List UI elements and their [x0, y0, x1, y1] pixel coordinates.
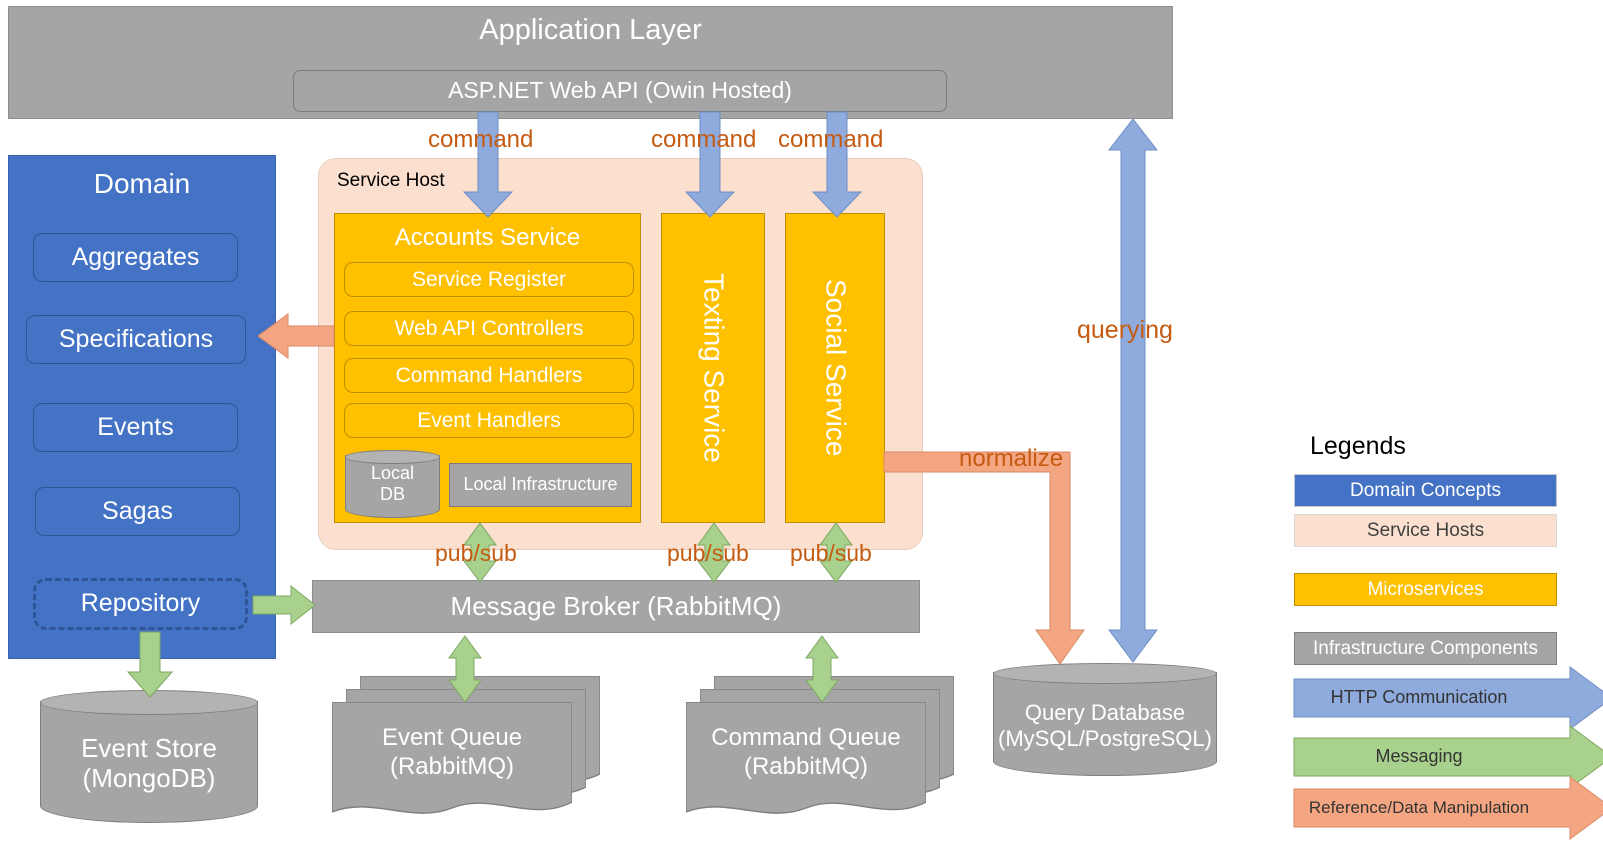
- accounts-item-label: Service Register: [411, 267, 567, 291]
- legend-item-microservices[interactable]: Microservices: [1294, 573, 1557, 606]
- pubsub-label-2: pub/sub: [667, 540, 749, 566]
- domain-item-label: Specifications: [58, 324, 214, 353]
- querying-label: querying: [1077, 316, 1173, 344]
- event-queue-label: Event Queue (RabbitMQ): [381, 724, 523, 780]
- pubsub-label-3: pub/sub: [790, 540, 872, 566]
- event-store-label: Event Store (MongoDB): [81, 732, 217, 793]
- legend-item-label: HTTP Communication: [1330, 687, 1508, 707]
- domain-item-label: Aggregates: [71, 242, 200, 271]
- architecture-diagram: Application Layer ASP.NET Web API (Owin …: [0, 0, 1603, 852]
- social-service-box[interactable]: Social Service: [785, 213, 885, 523]
- pubsub-label-1: pub/sub: [435, 540, 517, 566]
- aspnet-web-api-label: ASP.NET Web API (Owin Hosted): [448, 77, 792, 104]
- legend-item-messaging[interactable]: Messaging: [1294, 740, 1544, 773]
- querying-arrow: [1107, 118, 1159, 663]
- domain-item-sagas[interactable]: Sagas: [35, 487, 240, 536]
- legend-item-service-hosts[interactable]: Service Hosts: [1294, 514, 1557, 547]
- domain-item-events[interactable]: Events: [33, 403, 238, 452]
- legend-item-http-communication[interactable]: HTTP Communication: [1294, 681, 1544, 714]
- accounts-item-event-handlers[interactable]: Event Handlers: [344, 403, 634, 438]
- accounts-item-label: Command Handlers: [395, 363, 583, 387]
- domain-item-repository[interactable]: Repository: [33, 578, 248, 630]
- legend-item-label: Microservices: [1367, 578, 1484, 600]
- event-queue-stack[interactable]: Event Queue (RabbitMQ): [332, 676, 617, 822]
- legend-item-label: Messaging: [1375, 746, 1463, 766]
- domain-item-specifications[interactable]: Specifications: [26, 315, 246, 364]
- social-service-label: Social Service: [820, 279, 852, 457]
- domain-item-label: Sagas: [102, 496, 173, 525]
- local-infrastructure-box[interactable]: Local Infrastructure: [449, 463, 632, 507]
- legend-item-reference-data-manipulation[interactable]: Reference/Data Manipulation: [1294, 791, 1544, 824]
- accounts-item-web-api-controllers[interactable]: Web API Controllers: [344, 311, 634, 346]
- service-host-title: Service Host: [337, 170, 445, 191]
- command-label-2: command: [651, 126, 757, 153]
- legend-item-label: Reference/Data Manipulation: [1308, 797, 1530, 817]
- domain-item-label: Repository: [80, 589, 201, 618]
- legend-item-label: Infrastructure Components: [1313, 637, 1538, 659]
- command-label-3: command: [778, 126, 884, 153]
- normalize-label: normalize: [959, 445, 1064, 472]
- command-queue-stack[interactable]: Command Queue (RabbitMQ): [686, 676, 971, 822]
- texting-service-box[interactable]: Texting Service: [661, 213, 765, 523]
- domain-title: Domain: [93, 167, 191, 199]
- accounts-item-service-register[interactable]: Service Register: [344, 262, 634, 297]
- domain-item-label: Events: [97, 412, 174, 441]
- message-broker-label: Message Broker (RabbitMQ): [450, 591, 782, 622]
- texting-service-label: Texting Service: [698, 273, 730, 463]
- local-db-cylinder[interactable]: Local DB: [345, 450, 440, 518]
- legend-title: Legends: [1310, 432, 1406, 460]
- accounts-item-label: Event Handlers: [417, 408, 561, 432]
- domain-item-aggregates[interactable]: Aggregates: [33, 233, 238, 282]
- local-db-label: Local DB: [370, 463, 415, 504]
- legend-item-infrastructure-components[interactable]: Infrastructure Components: [1294, 632, 1557, 665]
- event-store-cylinder[interactable]: Event Store (MongoDB): [40, 690, 258, 823]
- local-infrastructure-label: Local Infrastructure: [463, 474, 618, 495]
- legend-item-domain-concepts[interactable]: Domain Concepts: [1294, 474, 1557, 507]
- message-broker-box[interactable]: Message Broker (RabbitMQ): [312, 580, 920, 633]
- command-label-1: command: [428, 126, 534, 153]
- accounts-item-label: Web API Controllers: [394, 316, 584, 340]
- application-layer-title: Application Layer: [479, 14, 702, 46]
- aspnet-web-api-box[interactable]: ASP.NET Web API (Owin Hosted): [293, 70, 947, 112]
- legend-item-label: Domain Concepts: [1349, 479, 1502, 501]
- query-database-label: Query Database (MySQL/PostgreSQL): [998, 700, 1212, 751]
- accounts-item-command-handlers[interactable]: Command Handlers: [344, 358, 634, 393]
- accounts-service-title: Accounts Service: [394, 223, 581, 251]
- command-queue-label: Command Queue (RabbitMQ): [711, 724, 901, 780]
- query-database-cylinder[interactable]: Query Database (MySQL/PostgreSQL): [993, 663, 1217, 776]
- legend-item-label: Service Hosts: [1366, 519, 1485, 541]
